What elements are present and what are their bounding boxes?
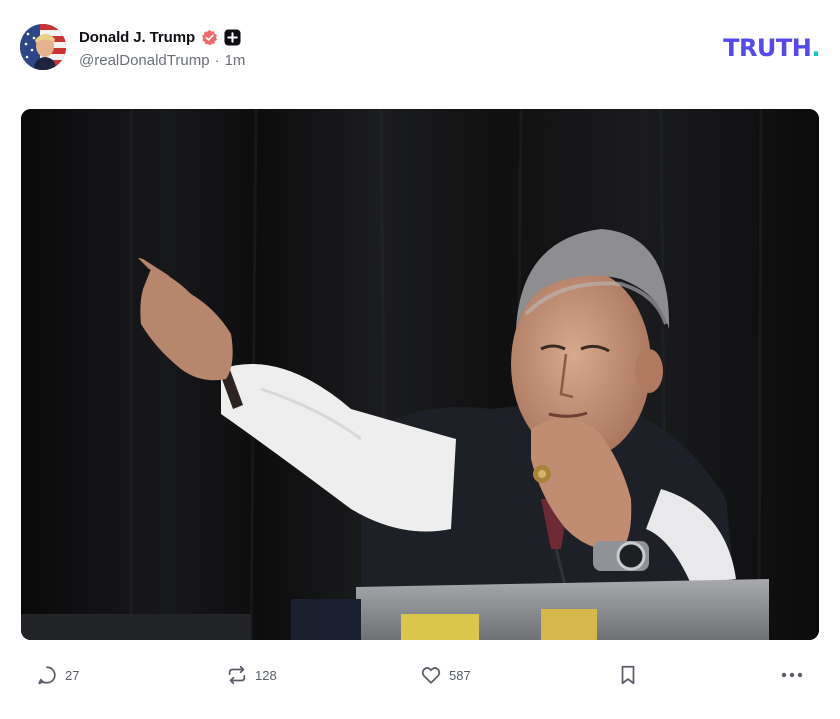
retruth-button[interactable]: 128 (226, 660, 277, 690)
bookmark-button[interactable] (618, 660, 638, 690)
reply-icon (38, 666, 56, 685)
verified-badge-icon (201, 29, 218, 46)
meta-separator: · (214, 52, 220, 69)
author-avatar[interactable] (20, 24, 66, 70)
truth-logo-text: TRUTH (723, 34, 812, 62)
retruth-icon (228, 665, 246, 685)
like-button[interactable]: 587 (420, 660, 471, 690)
truth-logo-dot: . (811, 34, 820, 62)
post-header: Donald J. Trump @realDonaldTrump · 1m TR… (20, 24, 820, 74)
truth-post: Donald J. Trump @realDonaldTrump · 1m TR… (0, 0, 840, 719)
bookmark-icon (621, 665, 635, 685)
author-display-name[interactable]: Donald J. Trump (79, 29, 195, 46)
plus-badge-icon (224, 28, 241, 46)
heart-icon (421, 667, 441, 684)
post-timestamp[interactable]: 1m (225, 52, 246, 69)
post-actions: 27 128 587 (20, 660, 820, 690)
truth-logo[interactable]: TRUTH. (723, 34, 820, 62)
like-count: 587 (449, 667, 471, 683)
author-handle[interactable]: @realDonaldTrump (79, 52, 210, 69)
more-options-button[interactable] (780, 660, 804, 690)
author-meta: @realDonaldTrump · 1m (79, 52, 245, 69)
avatar-flag-portrait (20, 24, 66, 70)
retruth-count: 128 (255, 667, 277, 683)
photo-man-pointing (21, 109, 819, 640)
more-icon (781, 672, 803, 678)
author-name-row: Donald J. Trump (79, 26, 241, 48)
post-image[interactable] (21, 109, 819, 640)
reply-button[interactable]: 27 (36, 660, 79, 690)
reply-count: 27 (65, 667, 80, 683)
